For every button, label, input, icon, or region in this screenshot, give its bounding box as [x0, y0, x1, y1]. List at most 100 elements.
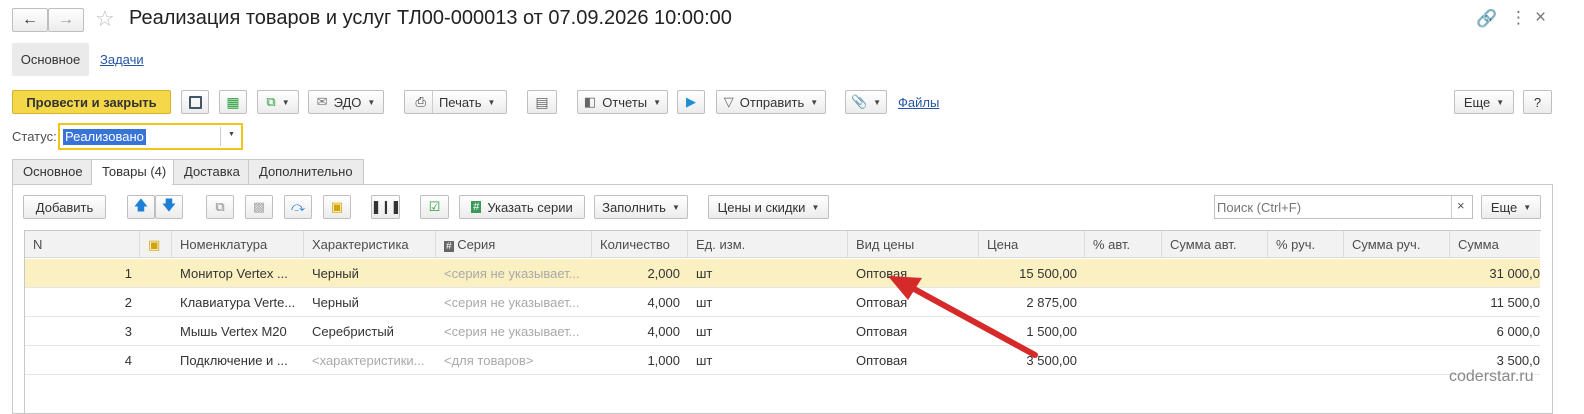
- tab-delivery[interactable]: Доставка: [173, 159, 251, 185]
- post-document-icon: ▦: [226, 93, 240, 110]
- cell-nomenclature: Монитор Vertex ...: [180, 266, 288, 281]
- col-header-quantity[interactable]: Количество: [592, 231, 688, 258]
- cell-series: <серия не указывает...: [444, 324, 580, 339]
- create-based-on-button[interactable]: ⧉ ▼: [257, 90, 299, 114]
- nav-tab-tasks[interactable]: Задачи: [100, 52, 144, 67]
- move-down-button[interactable]: 🡇: [155, 195, 183, 219]
- cell-n: 3: [124, 324, 132, 339]
- col-header-sum[interactable]: Сумма: [1450, 231, 1540, 258]
- chevron-down-icon: ▼: [1523, 202, 1532, 212]
- chevron-down-icon: ▼: [653, 97, 662, 107]
- tab-main[interactable]: Основное: [12, 159, 94, 185]
- col-header-manual-sum[interactable]: Сумма руч.: [1344, 231, 1450, 258]
- col-header-manual-percent[interactable]: % руч.: [1268, 231, 1344, 258]
- table-row[interactable]: 3 Мышь Vertex M20 Серебристый <серия не ука…: [25, 317, 1540, 346]
- chevron-down-icon: ▼: [810, 97, 819, 107]
- save-button[interactable]: [181, 90, 209, 114]
- tab-additional[interactable]: Дополнительно: [248, 159, 364, 185]
- col-header-nomenclature[interactable]: Номенклатура: [172, 231, 304, 258]
- cell-sum: 31 000,0: [1489, 266, 1540, 281]
- help-button[interactable]: ?: [1523, 90, 1552, 114]
- paste-icon: ▩: [252, 199, 266, 214]
- print-button[interactable]: ⎙ Печать ▼: [404, 90, 507, 114]
- annotation-arrow: [888, 276, 1038, 358]
- col-header-auto-percent[interactable]: % авт.: [1085, 231, 1162, 258]
- attachments-button[interactable]: 📎 ▼: [845, 90, 887, 114]
- check-button[interactable]: ☑: [420, 195, 449, 219]
- send-button[interactable]: ▽ Отправить ▼: [716, 90, 826, 114]
- cell-unit: шт: [696, 266, 713, 281]
- tab-goods[interactable]: Товары (4): [91, 159, 178, 186]
- files-link[interactable]: Файлы: [898, 95, 939, 110]
- more-vertical-icon[interactable]: ⋮: [1510, 8, 1527, 28]
- send-icon: ▽: [723, 94, 734, 109]
- add-button[interactable]: Добавить: [23, 195, 106, 219]
- barcode-button[interactable]: ❚❙❚: [371, 195, 401, 219]
- edo-button[interactable]: ✉ ЭДО ▼: [308, 90, 384, 114]
- chevron-down-icon: ▼: [1496, 97, 1505, 107]
- cell-n: 2: [124, 295, 132, 310]
- fill-button[interactable]: Заполнить ▼: [594, 195, 688, 219]
- arrow-down-icon: 🡇: [161, 197, 177, 213]
- cell-characteristic: Черный: [312, 295, 359, 310]
- cell-nomenclature: Мышь Vertex M20: [180, 324, 287, 339]
- select-items-button[interactable]: ▣: [323, 195, 351, 219]
- cell-unit: шт: [696, 353, 713, 368]
- close-icon[interactable]: ×: [1535, 7, 1546, 29]
- arrow-up-icon: 🡅: [133, 197, 149, 213]
- col-header-price-type[interactable]: Вид цены: [848, 231, 979, 258]
- cell-characteristic: Серебристый: [312, 324, 394, 339]
- chevron-down-icon: ▼: [671, 202, 680, 212]
- search-input[interactable]: [1217, 198, 1449, 216]
- col-header-flag[interactable]: ▣: [140, 231, 172, 258]
- chevron-down-icon: ▼: [228, 131, 235, 138]
- col-header-price[interactable]: Цена: [979, 231, 1085, 258]
- post-button[interactable]: ▦: [219, 90, 247, 114]
- printer-icon: ⎙: [415, 94, 426, 109]
- col-header-auto-sum[interactable]: Сумма авт.: [1162, 231, 1268, 258]
- link-icon[interactable]: 🔗: [1476, 9, 1497, 29]
- table-row[interactable]: 4 Подключение и ... <характеристики... <для…: [25, 346, 1540, 375]
- hash-icon: #: [471, 201, 482, 213]
- arrow-right-icon: →: [58, 11, 74, 28]
- back-button[interactable]: ←: [12, 8, 48, 32]
- cell-unit: шт: [696, 324, 713, 339]
- col-header-n[interactable]: N: [25, 231, 140, 258]
- reports-button[interactable]: ◧ Отчеты ▼: [577, 90, 668, 114]
- split-row-button[interactable]: ⤼: [284, 195, 312, 219]
- post-and-close-button[interactable]: Провести и закрыть: [12, 90, 171, 114]
- star-icon[interactable]: ☆: [95, 6, 115, 32]
- more-button[interactable]: Еще ▼: [1454, 90, 1514, 114]
- col-header-characteristic[interactable]: Характеристика: [304, 231, 436, 258]
- page-title: Реализация товаров и услуг ТЛ00-000013 о…: [129, 7, 732, 29]
- cell-series: <для товаров>: [444, 353, 534, 368]
- bitrix-button[interactable]: ▶: [677, 90, 705, 114]
- cell-nomenclature: Клавиатура Verte...: [180, 295, 296, 310]
- status-label: Статус:: [12, 129, 57, 144]
- paste-button[interactable]: ▩: [245, 195, 273, 219]
- table-row[interactable]: 2 Клавиатура Verte... Черный <серия не указ…: [25, 288, 1540, 317]
- forward-button[interactable]: →: [48, 8, 84, 32]
- checklist-icon: ☑: [428, 199, 441, 214]
- col-header-unit[interactable]: Ед. изм.: [688, 231, 848, 258]
- clear-search-icon[interactable]: ×: [1457, 198, 1465, 213]
- nav-tab-main[interactable]: Основное: [12, 43, 89, 76]
- chevron-down-icon: ▼: [873, 97, 882, 107]
- chevron-down-icon: ▼: [811, 202, 820, 212]
- play-icon: ▶: [686, 94, 696, 109]
- col-header-series[interactable]: # Серия: [436, 231, 592, 258]
- copy-icon: ⧉: [215, 199, 225, 214]
- document-journal-button[interactable]: ▤: [527, 90, 557, 114]
- specify-series-button[interactable]: # Указать серии: [459, 195, 585, 219]
- status-select[interactable]: Реализовано ▼: [58, 123, 243, 150]
- move-up-button[interactable]: 🡅: [127, 195, 155, 219]
- prices-discounts-button[interactable]: Цены и скидки ▼: [708, 195, 829, 219]
- table-more-button[interactable]: Еще ▼: [1481, 195, 1541, 219]
- search-field[interactable]: ×: [1214, 195, 1473, 219]
- cell-quantity: 4,000: [647, 295, 680, 310]
- cell-series: <серия не указывает...: [444, 295, 580, 310]
- chevron-down-icon: ▼: [281, 97, 290, 107]
- copy-row-button[interactable]: ⧉: [206, 195, 234, 219]
- cell-quantity: 4,000: [647, 324, 680, 339]
- table-row[interactable]: 1 Монитор Vertex ... Черный <серия не указы…: [25, 259, 1540, 288]
